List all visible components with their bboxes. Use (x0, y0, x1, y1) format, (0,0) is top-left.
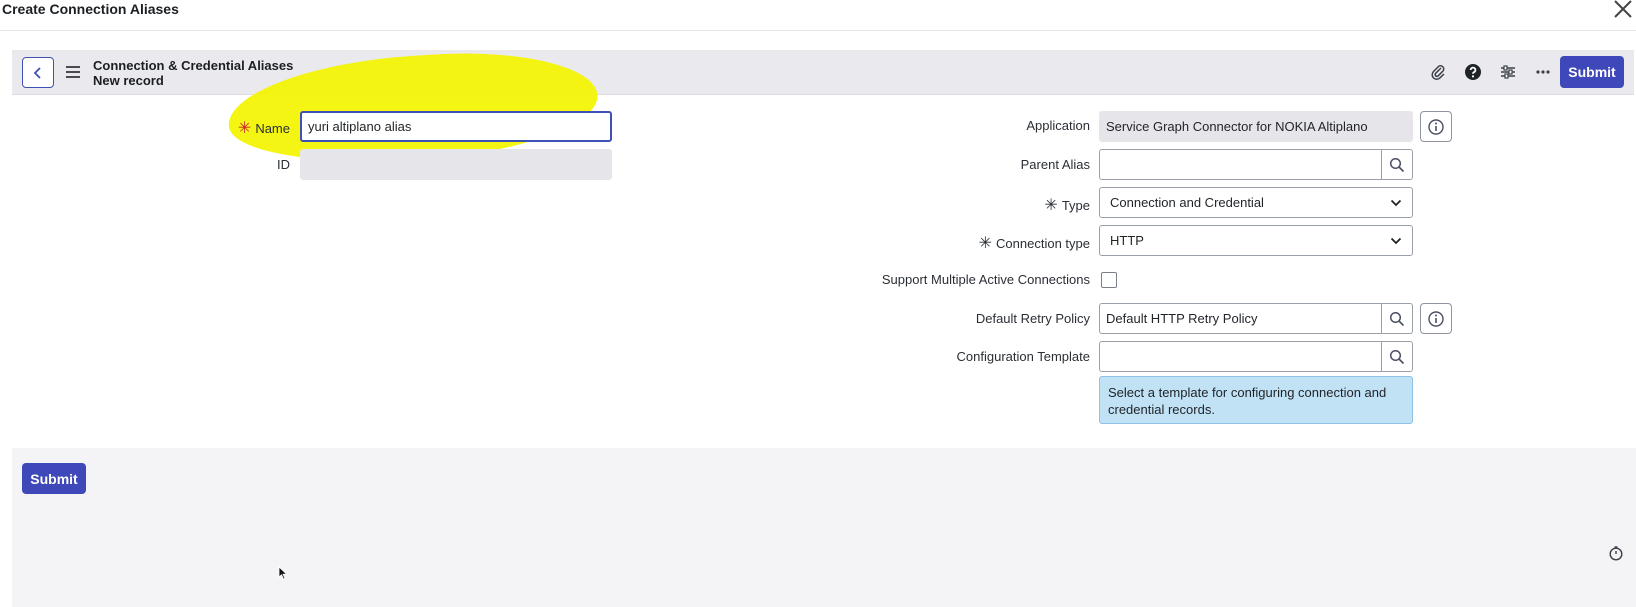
header-subtitle: New record (93, 73, 164, 88)
connection-type-label: ✳ Connection type (978, 235, 1090, 252)
multiple-active-checkbox[interactable] (1101, 272, 1117, 288)
back-button[interactable] (22, 57, 54, 88)
type-label: ✳ Type (1044, 197, 1090, 214)
retry-policy-label: Default Retry Policy (975, 311, 1090, 326)
menu-icon[interactable] (66, 66, 80, 78)
parent-alias-label: Parent Alias (1020, 157, 1090, 172)
header-title: Connection & Credential Aliases (93, 58, 294, 73)
close-icon[interactable] (1612, 0, 1634, 20)
attachment-icon[interactable] (1428, 62, 1448, 82)
retry-policy-lookup-button[interactable] (1382, 303, 1413, 334)
chevron-left-icon (33, 66, 41, 79)
name-label: ✳ Name (237, 120, 290, 137)
config-template-lookup-button[interactable] (1382, 341, 1413, 372)
help-icon[interactable] (1463, 62, 1483, 82)
config-template-input[interactable] (1099, 341, 1382, 372)
type-label-text: Type (1061, 198, 1090, 213)
retry-policy-info-button[interactable] (1420, 303, 1452, 334)
connection-type-label-text: Connection type (996, 236, 1090, 251)
application-label: Application (1026, 118, 1090, 133)
header-titles: Connection & Credential Aliases New reco… (93, 58, 293, 88)
id-field (300, 149, 612, 180)
search-icon (1389, 349, 1405, 364)
form-footer: Submit (12, 448, 1636, 607)
chevron-down-icon (1390, 199, 1402, 206)
config-template-hint: Select a template for configuring connec… (1099, 376, 1413, 424)
settings-sliders-icon[interactable] (1498, 62, 1518, 82)
multiple-active-label: Support Multiple Active Connections (881, 272, 1090, 287)
chevron-down-icon (1390, 237, 1402, 244)
name-label-text: Name (255, 121, 290, 136)
info-icon (1428, 118, 1444, 135)
dialog-title: Create Connection Aliases (2, 1, 179, 17)
name-input[interactable]: yuri altiplano alias (300, 111, 612, 142)
header-submit-button[interactable]: Submit (1560, 56, 1624, 88)
parent-alias-input[interactable] (1099, 149, 1382, 180)
type-select[interactable]: Connection and Credential (1099, 187, 1413, 218)
type-select-value: Connection and Credential (1110, 195, 1264, 210)
parent-alias-lookup-button[interactable] (1382, 149, 1413, 180)
application-field: Service Graph Connector for NOKIA Altipl… (1099, 111, 1413, 142)
search-icon (1389, 311, 1405, 326)
mouse-cursor-icon (278, 566, 288, 585)
more-options-icon[interactable] (1533, 62, 1553, 82)
form-header: Connection & Credential Aliases New reco… (12, 50, 1634, 95)
config-template-label: Configuration Template (956, 349, 1090, 364)
application-info-button[interactable] (1420, 111, 1452, 142)
search-icon (1389, 157, 1405, 172)
connection-type-select-value: HTTP (1110, 233, 1144, 248)
connection-type-select[interactable]: HTTP (1099, 225, 1413, 256)
footer-submit-button[interactable]: Submit (22, 463, 86, 494)
info-icon (1428, 310, 1444, 327)
title-divider (0, 30, 1636, 31)
timer-icon[interactable] (1608, 545, 1624, 561)
id-label: ID (277, 157, 290, 172)
retry-policy-input[interactable]: Default HTTP Retry Policy (1099, 303, 1382, 334)
